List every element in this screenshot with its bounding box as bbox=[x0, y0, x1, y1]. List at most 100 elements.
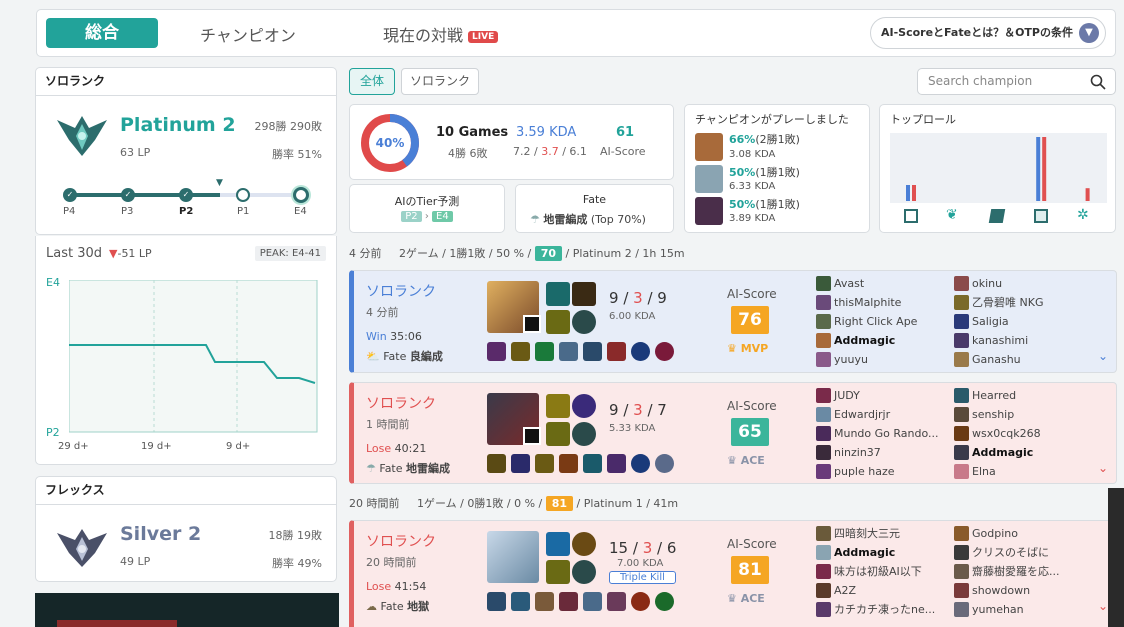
player-name[interactable]: カチカチ凍ったne... bbox=[816, 600, 946, 619]
tab-champions[interactable]: チャンピオン bbox=[200, 22, 296, 46]
player-name[interactable]: ninzin37 bbox=[816, 443, 946, 462]
promo-banner[interactable] bbox=[35, 593, 339, 627]
item-icon[interactable] bbox=[655, 454, 674, 473]
expand-chevron-icon[interactable]: ⌄ bbox=[1098, 461, 1108, 475]
item-icon[interactable] bbox=[559, 592, 578, 611]
spell-icon[interactable] bbox=[546, 310, 570, 334]
item-icon[interactable] bbox=[511, 592, 530, 611]
item-icon[interactable] bbox=[487, 592, 506, 611]
player-name[interactable]: JUDY bbox=[816, 386, 946, 405]
tab-live-game[interactable]: 現在の対戦 LIVE bbox=[383, 22, 499, 46]
player-name[interactable]: okinu bbox=[954, 274, 1084, 293]
player-name[interactable]: Elna bbox=[954, 462, 1084, 481]
fate-value: 地雷編成 bbox=[543, 213, 588, 226]
player-name[interactable]: Right Click Ape bbox=[816, 312, 946, 331]
ladder-node-p2: ✓ bbox=[179, 188, 193, 202]
filter-solo-button[interactable]: ソロランク bbox=[401, 68, 479, 95]
spell-icon[interactable] bbox=[546, 532, 570, 556]
tab-overview[interactable]: 総合 bbox=[46, 18, 158, 48]
ladder-marker-icon: ▼ bbox=[216, 178, 223, 188]
player-name[interactable]: Godpino bbox=[954, 524, 1084, 543]
item-icon[interactable] bbox=[487, 454, 506, 473]
rune-icon[interactable] bbox=[572, 310, 596, 334]
search-icon[interactable] bbox=[1090, 74, 1106, 90]
side-ad-image[interactable] bbox=[1108, 488, 1124, 627]
ladder-label-p2: P2 bbox=[179, 206, 194, 217]
fate-prefix: Fate bbox=[380, 600, 404, 613]
item-icon[interactable] bbox=[655, 592, 674, 611]
player-name[interactable]: 四暗刻大三元 bbox=[816, 524, 946, 543]
live-badge: LIVE bbox=[468, 30, 499, 43]
rune-icon[interactable] bbox=[572, 282, 596, 306]
item-icon[interactable] bbox=[607, 342, 626, 361]
player-name[interactable]: 齋藤樹愛羅を応... bbox=[954, 562, 1084, 581]
player-name[interactable]: wsx0cqk268 bbox=[954, 424, 1084, 443]
item-icon[interactable] bbox=[511, 454, 530, 473]
player-name[interactable]: Saligia bbox=[954, 312, 1084, 331]
expand-chevron-icon[interactable]: ⌄ bbox=[1098, 599, 1108, 613]
item-icon[interactable] bbox=[607, 454, 626, 473]
item-icon[interactable] bbox=[487, 342, 506, 361]
item-icon[interactable] bbox=[655, 342, 674, 361]
item-icon[interactable] bbox=[511, 342, 530, 361]
item-icon[interactable] bbox=[535, 342, 554, 361]
player-name[interactable]: Hearred bbox=[954, 386, 1084, 405]
champ-row-3: 50%(1勝1敗) bbox=[729, 196, 800, 212]
player-name[interactable]: Edwardjrjr bbox=[816, 405, 946, 424]
ai-score-help-button[interactable]: AI-ScoreとFateとは？＆OTPの条件 ▼ bbox=[870, 17, 1106, 49]
player-name-self[interactable]: Addmagic bbox=[954, 443, 1084, 462]
ai-score-help-label[interactable]: AI-ScoreとFateとは？＆OTPの条件 bbox=[881, 26, 1073, 39]
search-champion-input[interactable]: Search champion bbox=[917, 68, 1116, 95]
expand-chevron-icon[interactable]: ⌄ bbox=[1098, 349, 1108, 363]
item-icon[interactable] bbox=[559, 454, 578, 473]
rune-icon[interactable] bbox=[572, 532, 596, 556]
player-name[interactable]: 乙骨碧唯 NKG bbox=[954, 293, 1084, 312]
player-name[interactable]: 味方は初級AI以下 bbox=[816, 562, 946, 581]
tab-live-game-label[interactable]: 現在の対戦 bbox=[383, 26, 463, 45]
player-name[interactable]: kanashimi bbox=[954, 331, 1084, 350]
spell-icon[interactable] bbox=[546, 394, 570, 418]
item-icon[interactable] bbox=[535, 454, 554, 473]
trinket-icon[interactable] bbox=[631, 592, 650, 611]
item-icon[interactable] bbox=[607, 592, 626, 611]
rune-icon[interactable] bbox=[572, 422, 596, 446]
role-jungle-icon: ❦ bbox=[946, 207, 958, 223]
player-name-self[interactable]: Addmagic bbox=[816, 331, 946, 350]
player-name[interactable]: Ganashu bbox=[954, 350, 1084, 369]
filter-all-button[interactable]: 全体 bbox=[349, 68, 395, 95]
rune-icon[interactable] bbox=[572, 560, 596, 584]
player-name[interactable]: Avast bbox=[816, 274, 946, 293]
champion-portrait[interactable] bbox=[487, 531, 539, 583]
player-name[interactable]: showdown bbox=[954, 581, 1084, 600]
item-icon[interactable] bbox=[583, 592, 602, 611]
player-name[interactable]: yumehan bbox=[954, 600, 1084, 619]
match-card[interactable]: ソロランク 1 時間前 Lose 40:21 ☂ Fate 地雷編成 9 / 3… bbox=[349, 382, 1117, 484]
item-icon[interactable] bbox=[583, 342, 602, 361]
player-name[interactable]: thisMalphite bbox=[816, 293, 946, 312]
item-icon[interactable] bbox=[559, 342, 578, 361]
solo-rank-title: ソロランク bbox=[36, 68, 336, 96]
item-icon[interactable] bbox=[583, 454, 602, 473]
rune-icon[interactable] bbox=[572, 394, 596, 418]
champ-wl: (1勝1敗) bbox=[755, 198, 800, 211]
player-name[interactable]: Mundo Go Rando... bbox=[816, 424, 946, 443]
session-ago: 4 分前 bbox=[349, 247, 382, 260]
summary-card: 40% 10 Games 4勝 6敗 3.59 KDA 7.2 / 3.7 / … bbox=[349, 104, 674, 180]
item-icon[interactable] bbox=[535, 592, 554, 611]
player-name[interactable]: クリスのそばに bbox=[954, 543, 1084, 562]
spell-icon[interactable] bbox=[546, 282, 570, 306]
player-name[interactable]: yuuyu bbox=[816, 350, 946, 369]
player-name[interactable]: puple haze bbox=[816, 462, 946, 481]
team-blue: Avast thisMalphite Right Click Ape Addma… bbox=[816, 274, 946, 369]
trinket-icon[interactable] bbox=[631, 342, 650, 361]
player-name[interactable]: A2Z bbox=[816, 581, 946, 600]
spell-icon[interactable] bbox=[546, 422, 570, 446]
flex-rank-title: フレックス bbox=[36, 477, 336, 505]
match-card[interactable]: ソロランク 4 分前 Win 35:06 ⛅ Fate 良編成 9 / 3 / … bbox=[349, 270, 1117, 373]
chevron-down-icon[interactable]: ▼ bbox=[1079, 23, 1099, 43]
trinket-icon[interactable] bbox=[631, 454, 650, 473]
player-name-self[interactable]: Addmagic bbox=[816, 543, 946, 562]
match-card[interactable]: ソロランク 20 時間前 Lose 41:54 ☁ Fate 地獄 15 / 3… bbox=[349, 520, 1117, 627]
spell-icon[interactable] bbox=[546, 560, 570, 584]
player-name[interactable]: senship bbox=[954, 405, 1084, 424]
